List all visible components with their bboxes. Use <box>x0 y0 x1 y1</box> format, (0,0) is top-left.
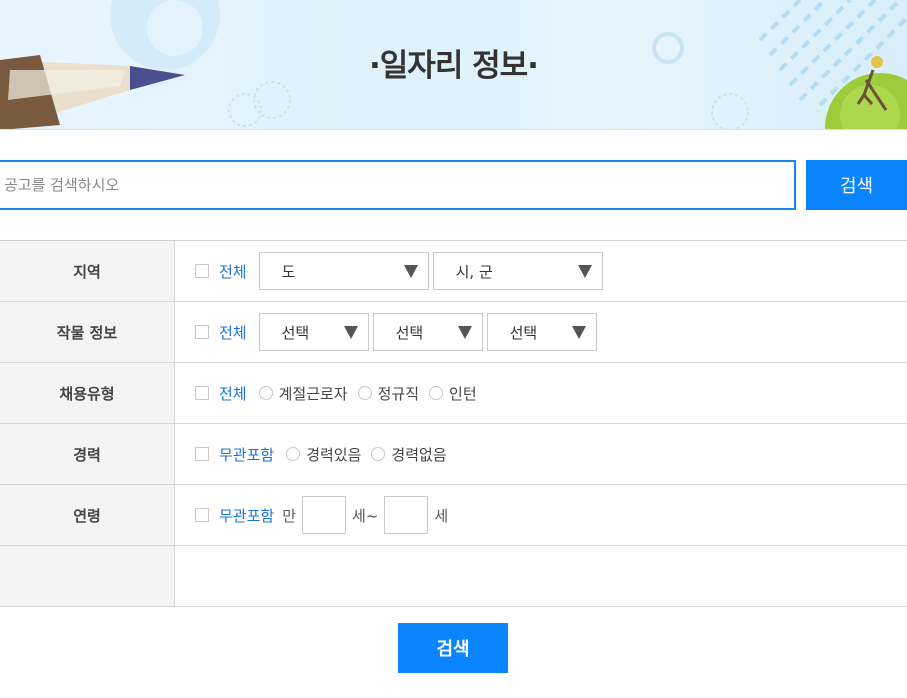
chevron-down-icon <box>343 325 358 339</box>
filter-row-employment: 채용유형 전체 계절근로자 정규직 인턴 <box>0 363 907 424</box>
employment-all-label[interactable]: 전체 <box>219 383 247 404</box>
city-select-value: 시, 군 <box>455 262 493 281</box>
region-label: 지역 <box>0 241 175 301</box>
filter-row-empty <box>0 546 907 607</box>
page-title: ·일자리 정보· <box>369 48 539 84</box>
filter-row-region: 지역 전체 도 시, 군 <box>0 241 907 302</box>
region-all-checkbox[interactable] <box>195 264 209 278</box>
age-range-separator: 세~ <box>352 506 379 525</box>
search-button[interactable]: 검색 <box>806 160 907 210</box>
chevron-down-icon <box>577 264 592 278</box>
career-radio-experienced[interactable] <box>286 447 301 461</box>
career-all-label[interactable]: 무관포함 <box>219 444 274 465</box>
crop-select-1[interactable]: 선택 <box>258 313 369 351</box>
age-all-label[interactable]: 무관포함 <box>219 505 274 526</box>
crop-label: 작물 정보 <box>0 302 175 362</box>
career-radio-none[interactable] <box>371 447 386 461</box>
employment-radio-seasonal[interactable] <box>258 386 273 400</box>
age-prefix: 만 <box>282 506 297 525</box>
city-select[interactable]: 시, 군 <box>432 252 603 290</box>
region-all-label[interactable]: 전체 <box>219 261 247 282</box>
career-label: 경력 <box>0 424 175 484</box>
empty-row-body <box>175 546 907 606</box>
employment-option-label[interactable]: 정규직 <box>378 383 419 404</box>
employment-all-checkbox[interactable] <box>195 386 209 400</box>
employment-radio-intern[interactable] <box>429 386 444 400</box>
search-input[interactable] <box>0 160 796 210</box>
filter-row-age: 연령 무관포함 만 세~ 세 <box>0 485 907 546</box>
career-option-label[interactable]: 경력없음 <box>391 444 446 465</box>
career-all-checkbox[interactable] <box>195 447 209 461</box>
bottom-search-button[interactable]: 검색 <box>398 623 508 673</box>
header-banner: ·일자리 정보· <box>0 0 907 130</box>
crop-all-label[interactable]: 전체 <box>219 322 247 343</box>
age-min-input[interactable] <box>302 496 347 534</box>
employment-radio-regular[interactable] <box>357 386 372 400</box>
province-select-value: 도 <box>281 262 296 281</box>
filter-row-crop: 작물 정보 전체 선택 선택 선택 <box>0 302 907 363</box>
empty-row-label <box>0 546 175 606</box>
crop-select-3-value: 선택 <box>509 323 538 342</box>
crop-all-checkbox[interactable] <box>195 325 209 339</box>
age-suffix: 세 <box>434 506 449 525</box>
employment-option-label[interactable]: 계절근로자 <box>279 383 348 404</box>
filter-table: 지역 전체 도 시, 군 작물 정보 전체 선택 선택 선택 채용유형 전체 계… <box>0 240 907 607</box>
crop-select-3[interactable]: 선택 <box>486 313 597 351</box>
age-label: 연령 <box>0 485 175 545</box>
province-select[interactable]: 도 <box>258 252 429 290</box>
chevron-down-icon <box>571 325 586 339</box>
career-option-label[interactable]: 경력있음 <box>306 444 361 465</box>
employment-label: 채용유형 <box>0 363 175 423</box>
crop-select-1-value: 선택 <box>281 323 310 342</box>
age-max-input[interactable] <box>384 496 429 534</box>
age-all-checkbox[interactable] <box>195 508 209 522</box>
crop-select-2[interactable]: 선택 <box>372 313 483 351</box>
chevron-down-icon <box>457 325 472 339</box>
chevron-down-icon <box>403 264 418 278</box>
filter-row-career: 경력 무관포함 경력있음 경력없음 <box>0 424 907 485</box>
employment-option-label[interactable]: 인턴 <box>449 383 477 404</box>
crop-select-2-value: 선택 <box>395 323 424 342</box>
